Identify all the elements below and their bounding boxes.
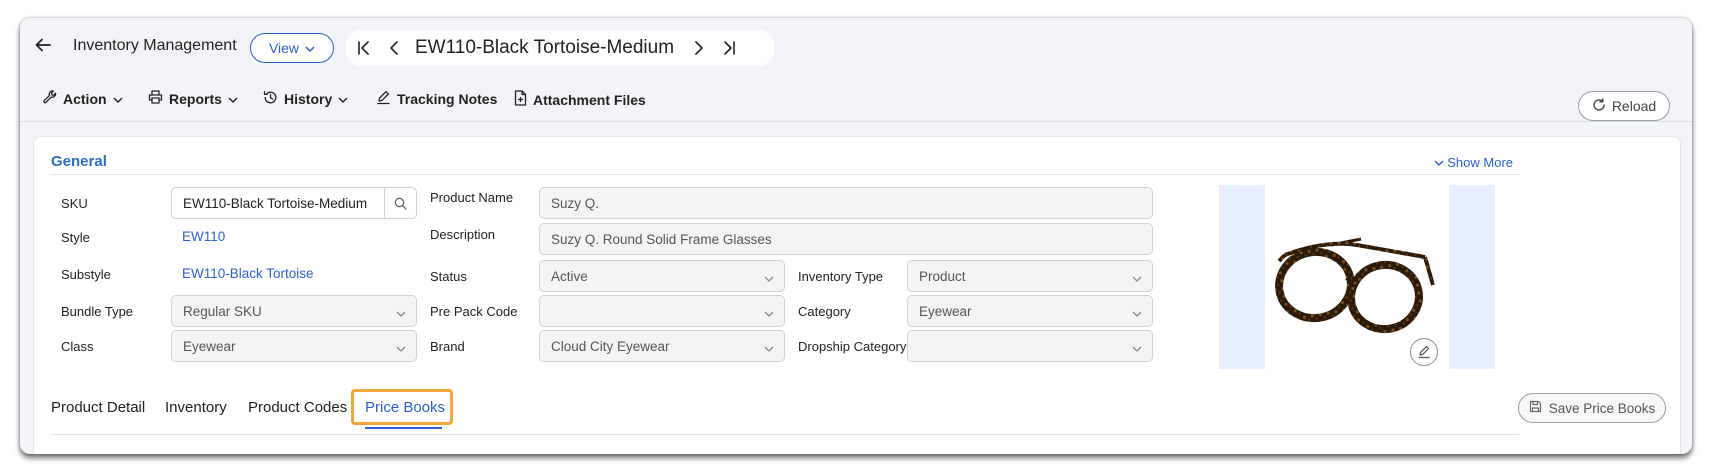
action-menu-label: Action <box>63 90 107 107</box>
floppy-disk-icon <box>1529 400 1542 416</box>
status-value: Active <box>551 268 588 284</box>
bundle-type-select[interactable]: Regular SKU <box>171 295 417 327</box>
next-record-icon[interactable] <box>688 37 710 59</box>
description-value: Suzy Q. Round Solid Frame Glasses <box>551 231 772 247</box>
category-select[interactable]: Eyewear <box>907 295 1153 327</box>
section-title: General <box>51 153 107 170</box>
wrench-icon <box>43 90 57 107</box>
view-button-label: View <box>268 40 300 56</box>
first-record-icon[interactable] <box>353 37 375 59</box>
class-label: Class <box>61 339 94 354</box>
bundle-type-value: Regular SKU <box>183 303 262 319</box>
inventory-type-label: Inventory Type <box>798 269 884 284</box>
chevron-down-icon <box>113 91 123 107</box>
reports-menu-label: Reports <box>169 90 222 107</box>
save-price-books-button[interactable]: Save Price Books <box>1518 393 1666 423</box>
chevron-down-icon <box>1132 306 1142 321</box>
dropship-category-select[interactable] <box>907 330 1153 362</box>
chevron-down-icon <box>338 91 348 107</box>
bundle-type-label: Bundle Type <box>61 304 134 319</box>
product-image-frame <box>1219 185 1495 369</box>
refresh-icon <box>1592 97 1606 115</box>
brand-label: Brand <box>430 339 465 354</box>
history-menu[interactable]: History <box>263 90 348 108</box>
product-name-value: Suzy Q. <box>551 195 600 211</box>
pre-pack-code-select[interactable] <box>539 295 785 327</box>
description-input[interactable]: Suzy Q. Round Solid Frame Glasses <box>539 223 1153 255</box>
class-select[interactable]: Eyewear <box>171 330 417 362</box>
view-button[interactable]: View <box>250 33 334 63</box>
show-more-label: Show More <box>1447 155 1513 170</box>
chevron-down-icon <box>396 341 406 356</box>
tab-price-books[interactable]: Price Books <box>365 399 445 416</box>
tracking-notes-button[interactable]: Tracking Notes <box>376 90 497 108</box>
chevron-down-icon <box>305 40 315 56</box>
attachment-files-label: Attachment Files <box>533 91 646 108</box>
action-menu[interactable]: Action <box>43 90 123 107</box>
chevron-down-icon <box>764 306 774 321</box>
dropship-category-label: Dropship Category <box>798 339 907 354</box>
chevron-down-icon <box>1434 155 1444 170</box>
back-arrow-icon[interactable] <box>34 36 52 54</box>
style-link[interactable]: EW110 <box>182 229 225 244</box>
record-navigator: EW110-Black Tortoise-Medium <box>345 30 775 66</box>
record-title: EW110-Black Tortoise-Medium <box>415 37 675 58</box>
edit-image-icon[interactable] <box>1410 338 1438 366</box>
app-window: Inventory Management View EW110-Black To… <box>20 18 1692 454</box>
save-price-books-label: Save Price Books <box>1548 400 1656 416</box>
description-label: Description <box>430 227 496 242</box>
history-clock-icon <box>263 90 278 108</box>
sku-label: SKU <box>61 196 88 211</box>
pencil-icon <box>376 90 391 108</box>
previous-record-icon[interactable] <box>383 37 405 59</box>
pre-pack-code-label: Pre Pack Code <box>430 304 518 319</box>
detail-tabs: Product Detail Inventory Product Codes P… <box>51 389 1519 435</box>
chevron-down-icon <box>396 306 406 321</box>
sku-input[interactable]: EW110-Black Tortoise-Medium <box>171 187 417 219</box>
chevron-down-icon <box>764 341 774 356</box>
show-more-toggle[interactable]: Show More <box>1434 155 1513 170</box>
reload-label: Reload <box>1611 98 1657 114</box>
file-attachment-icon <box>514 90 527 109</box>
search-icon[interactable] <box>384 188 416 218</box>
status-select[interactable]: Active <box>539 260 785 292</box>
general-section-header: General Show More <box>51 151 1519 175</box>
chevron-down-icon <box>228 91 238 107</box>
product-name-input[interactable]: Suzy Q. <box>539 187 1153 219</box>
last-record-icon[interactable] <box>718 37 740 59</box>
category-value: Eyewear <box>919 303 972 319</box>
general-panel: General Show More SKU EW110-Black Tortoi… <box>33 136 1681 454</box>
chevron-down-icon <box>1132 341 1142 356</box>
class-value: Eyewear <box>183 338 236 354</box>
inventory-type-value: Product <box>919 268 966 284</box>
chevron-down-icon <box>764 271 774 286</box>
chevron-down-icon <box>1132 271 1142 286</box>
status-label: Status <box>430 269 467 284</box>
tab-product-codes[interactable]: Product Codes <box>248 399 347 416</box>
category-label: Category <box>798 304 851 319</box>
tab-inventory[interactable]: Inventory <box>165 399 227 416</box>
tracking-notes-label: Tracking Notes <box>397 91 498 107</box>
reload-button[interactable]: Reload <box>1578 91 1670 121</box>
inventory-type-select[interactable]: Product <box>907 260 1153 292</box>
app-title: Inventory Management <box>73 37 237 54</box>
top-bar: Inventory Management View EW110-Black To… <box>20 18 1692 74</box>
brand-select[interactable]: Cloud City Eyewear <box>539 330 785 362</box>
printer-icon <box>148 90 163 107</box>
substyle-link[interactable]: EW110-Black Tortoise <box>182 266 314 281</box>
style-label: Style <box>61 230 90 245</box>
sku-value: EW110-Black Tortoise-Medium <box>183 195 368 211</box>
product-name-label: Product Name <box>430 190 514 205</box>
toolbar: Action Reports History Tracking Notes At… <box>20 78 1692 122</box>
attachment-files-button[interactable]: Attachment Files <box>514 90 646 109</box>
brand-value: Cloud City Eyewear <box>551 338 670 354</box>
substyle-label: Substyle <box>61 267 111 282</box>
active-tab-indicator <box>365 427 442 429</box>
tab-product-detail[interactable]: Product Detail <box>51 399 145 416</box>
reports-menu[interactable]: Reports <box>148 90 238 107</box>
history-menu-label: History <box>284 91 333 107</box>
